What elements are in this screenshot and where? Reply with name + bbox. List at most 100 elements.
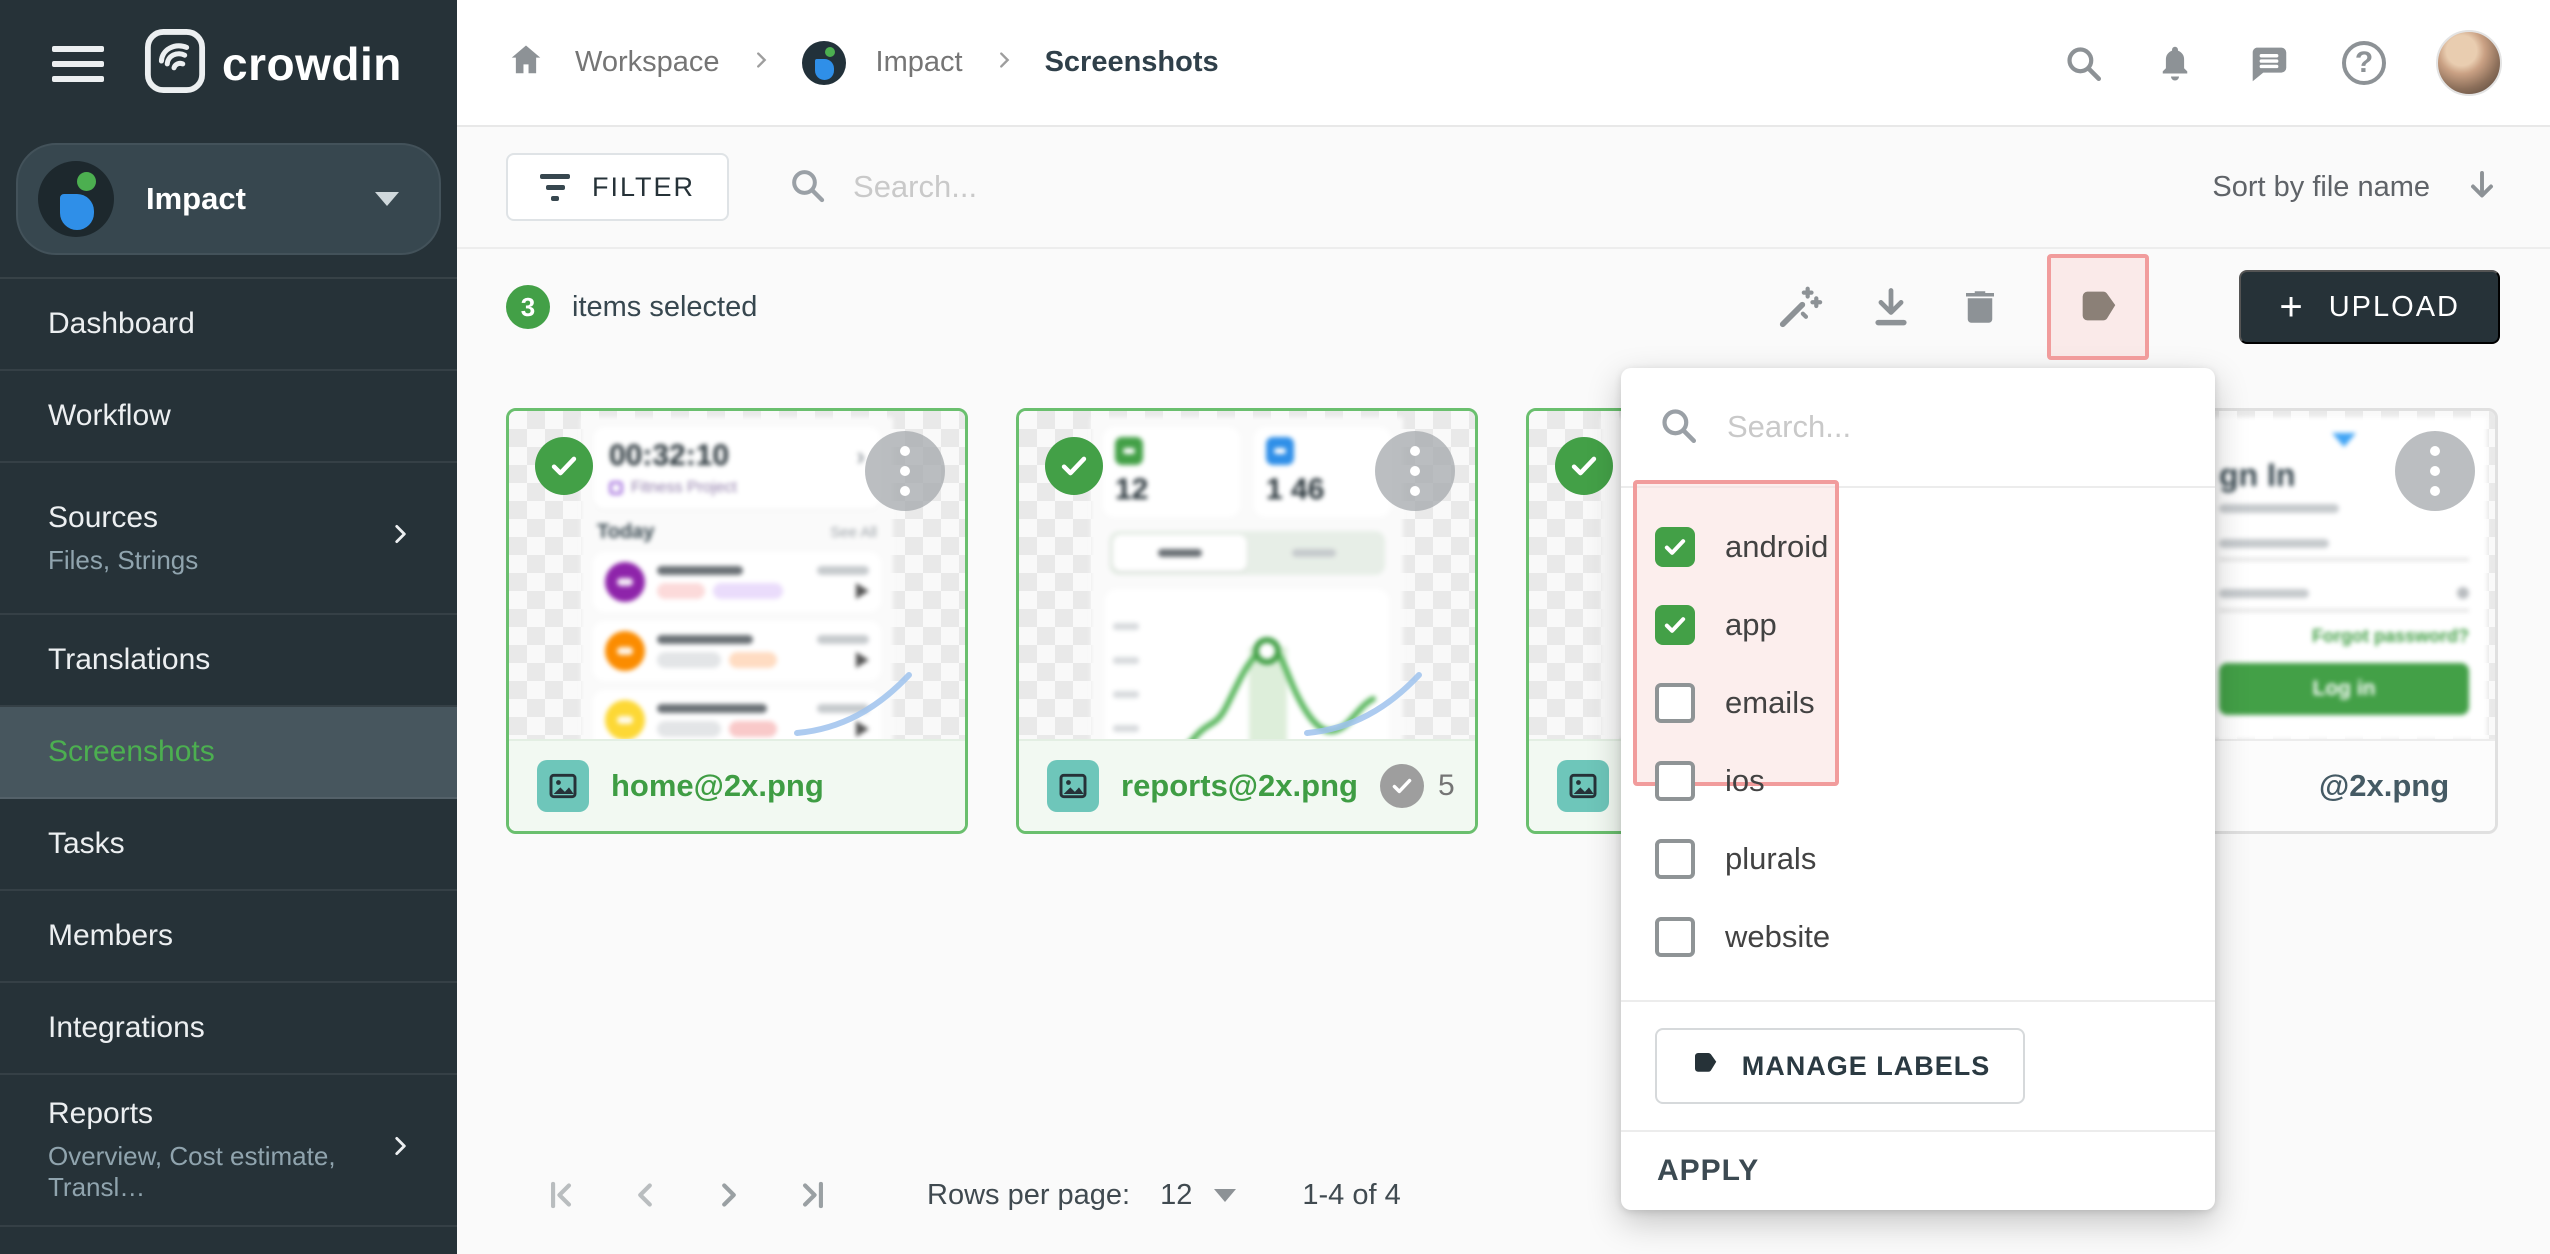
sidebar: crowdin Impact Dashboard Workflow Source…: [0, 0, 457, 1254]
arrow-down-icon: [2464, 167, 2500, 208]
selection-toolbar: 3 items selected: [457, 249, 2550, 365]
brand-name: crowdin: [222, 37, 402, 91]
notifications-bell-icon[interactable]: [2154, 42, 2196, 84]
screenshot-thumbnail: 00:32:10› Fitness Project Today See All: [509, 411, 965, 739]
sidebar-item-dashboard[interactable]: Dashboard: [0, 279, 457, 371]
divider: [1621, 1000, 2215, 1002]
card-menu-dots-icon[interactable]: [865, 431, 945, 511]
caret-down-icon[interactable]: [1214, 1189, 1236, 1202]
chevron-right-icon: [387, 521, 413, 555]
previous-page-icon[interactable]: [623, 1173, 667, 1217]
plus-icon: +: [2279, 287, 2304, 327]
project-avatar: [38, 161, 114, 237]
breadcrumb-page: Screenshots: [1045, 46, 1219, 79]
selected-check-icon[interactable]: [1555, 437, 1613, 495]
breadcrumb-project[interactable]: Impact: [876, 46, 963, 79]
image-file-icon: [1047, 760, 1099, 812]
messages-chat-icon[interactable]: [2246, 40, 2292, 86]
checkbox-unchecked-icon[interactable]: [1655, 683, 1695, 723]
bulk-actions: + UPLOAD: [1777, 254, 2500, 360]
project-avatar: [802, 41, 846, 85]
checkbox-unchecked-icon[interactable]: [1655, 917, 1695, 957]
sidebar-item-reports[interactable]: Reports Overview, Cost estimate, Transl…: [0, 1075, 457, 1227]
screenshot-search-input[interactable]: Search...: [787, 165, 2212, 210]
sidebar-item-members[interactable]: Members: [0, 891, 457, 983]
sidebar-header: crowdin: [0, 0, 457, 127]
check-icon: [1380, 764, 1424, 808]
manage-labels-button[interactable]: MANAGE LABELS: [1655, 1028, 2025, 1104]
label-annotation-highlight: [2047, 254, 2149, 360]
main-area: Workspace Impact Screenshots: [457, 0, 2550, 1254]
checkbox-unchecked-icon[interactable]: [1655, 761, 1695, 801]
assign-label-icon[interactable]: [2075, 284, 2121, 330]
label-option-plurals[interactable]: plurals: [1621, 820, 2215, 898]
checkbox-checked-icon[interactable]: [1655, 527, 1695, 567]
card-menu-dots-icon[interactable]: [2395, 431, 2475, 511]
next-page-icon[interactable]: [707, 1173, 751, 1217]
home-icon[interactable]: [507, 40, 545, 86]
label-option-website[interactable]: website: [1621, 898, 2215, 976]
user-avatar[interactable]: [2436, 30, 2502, 96]
chevron-down-icon: [375, 192, 399, 206]
decorative-curve: [793, 671, 913, 737]
apply-row: APPLY: [1621, 1130, 2215, 1210]
search-icon[interactable]: [2062, 42, 2104, 84]
app-window: crowdin Impact Dashboard Workflow Source…: [0, 0, 2550, 1254]
screenshot-card-reports[interactable]: 12 1 46: [1016, 408, 1478, 834]
project-switcher[interactable]: Impact: [16, 143, 441, 255]
filter-button[interactable]: FILTER: [506, 153, 729, 221]
first-page-icon[interactable]: [539, 1173, 583, 1217]
search-placeholder: Search...: [1727, 409, 1851, 445]
breadcrumb-workspace[interactable]: Workspace: [575, 46, 720, 79]
selected-check-icon[interactable]: [535, 437, 593, 495]
rows-per-page-value[interactable]: 12: [1160, 1179, 1192, 1212]
top-bar: Workspace Impact Screenshots: [457, 0, 2550, 127]
pagination: Rows per page: 12 1-4 of 4: [539, 1155, 1401, 1235]
crowdin-logo[interactable]: crowdin: [144, 28, 402, 99]
screenshot-filename[interactable]: home@2x.png: [611, 768, 824, 804]
search-icon: [787, 165, 827, 210]
sidebar-item-tasks[interactable]: Tasks: [0, 799, 457, 891]
topbar-actions: ?: [2062, 30, 2502, 96]
checkbox-unchecked-icon[interactable]: [1655, 839, 1695, 879]
hamburger-menu-icon[interactable]: [52, 46, 104, 82]
sidebar-item-integrations[interactable]: Integrations: [0, 983, 457, 1075]
labels-search-input[interactable]: Search...: [1621, 368, 2215, 488]
filter-icon: [540, 174, 570, 201]
card-footer: home@2x.png: [509, 739, 965, 831]
delete-trash-icon[interactable]: [1959, 286, 2001, 328]
upload-button[interactable]: + UPLOAD: [2239, 270, 2500, 344]
checkbox-checked-icon[interactable]: [1655, 605, 1695, 645]
sidebar-item-sources[interactable]: Sources Files, Strings: [0, 463, 457, 615]
image-file-icon: [537, 760, 589, 812]
chevron-right-icon: [993, 46, 1015, 79]
screenshot-filename[interactable]: reports@2x.png: [1121, 768, 1358, 804]
sidebar-item-workflow[interactable]: Workflow: [0, 371, 457, 463]
apply-button[interactable]: APPLY: [1657, 1154, 1759, 1188]
search-placeholder: Search...: [853, 169, 977, 205]
label-option-emails[interactable]: emails: [1621, 664, 2215, 742]
auto-tag-wand-icon[interactable]: [1777, 284, 1823, 330]
card-footer: reports@2x.png 5: [1019, 739, 1475, 831]
image-file-icon: [1557, 760, 1609, 812]
dropdown-arrow: [2332, 433, 2356, 447]
last-page-icon[interactable]: [791, 1173, 835, 1217]
card-menu-dots-icon[interactable]: [1375, 431, 1455, 511]
label-option-ios[interactable]: ios: [1621, 742, 2215, 820]
filter-row: FILTER Search... Sort by file name: [457, 127, 2550, 249]
selected-check-icon[interactable]: [1045, 437, 1103, 495]
help-icon[interactable]: ?: [2342, 41, 2386, 85]
sidebar-nav: Dashboard Workflow Sources Files, String…: [0, 277, 457, 1227]
sidebar-item-sublabel: Overview, Cost estimate, Transl…: [48, 1141, 409, 1203]
download-icon[interactable]: [1869, 285, 1913, 329]
screenshots-page: FILTER Search... Sort by file name: [457, 127, 2550, 1254]
sidebar-item-screenshots[interactable]: Screenshots: [0, 707, 457, 799]
label-option-app[interactable]: app: [1621, 586, 2215, 664]
tagged-strings-count: 5: [1380, 764, 1455, 808]
rows-per-page-label: Rows per page:: [927, 1179, 1130, 1212]
page-range: 1-4 of 4: [1302, 1179, 1400, 1212]
screenshot-card-home[interactable]: 00:32:10› Fitness Project Today See All: [506, 408, 968, 834]
sort-control[interactable]: Sort by file name: [2212, 167, 2500, 208]
sidebar-item-translations[interactable]: Translations: [0, 615, 457, 707]
label-option-android[interactable]: android: [1621, 508, 2215, 586]
